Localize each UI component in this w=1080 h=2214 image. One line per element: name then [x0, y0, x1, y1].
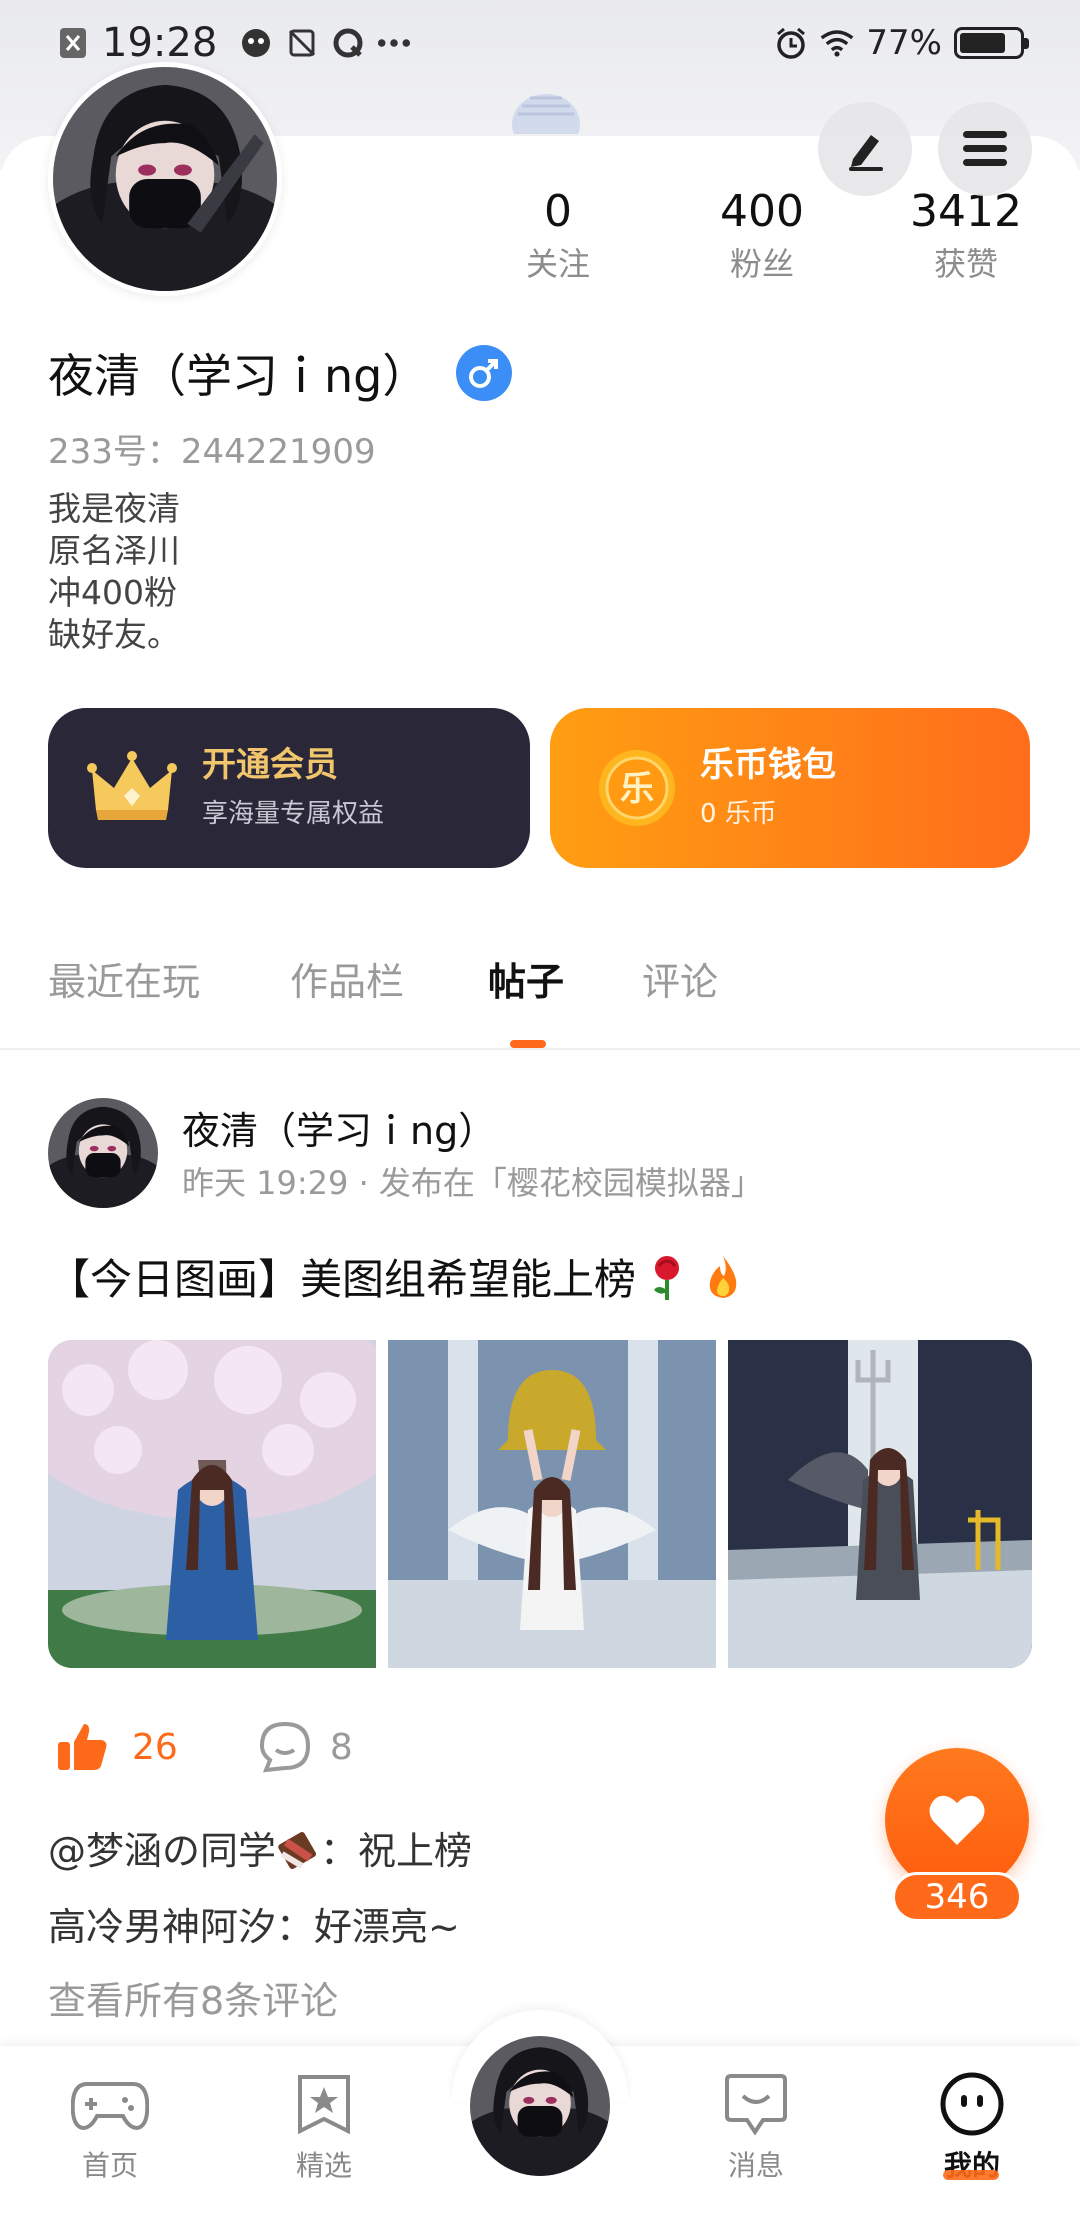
profile-tabs: 最近在玩 作品栏 帖子 评论 — [0, 950, 1080, 1050]
coin-glyph: 乐 — [620, 769, 654, 809]
comment-text: ：祝上榜 — [320, 1829, 473, 1873]
more-dots-icon — [377, 26, 411, 60]
center-avatar-image — [470, 2036, 610, 2176]
male-gender-icon — [456, 345, 513, 401]
menu-button[interactable] — [938, 102, 1032, 196]
fans-label: 粉丝 — [729, 245, 794, 283]
angel-bell-image — [388, 1340, 716, 1668]
star-badge-icon — [284, 2070, 364, 2138]
gamepad-icon — [70, 2070, 150, 2138]
profile-stats: 0 关注 400 粉丝 3412 获赞 — [480, 184, 1080, 294]
status-time: 19:28 — [102, 20, 218, 66]
post-image-1[interactable] — [48, 1340, 376, 1668]
comment-count: 8 — [329, 1726, 353, 1768]
post-title: 【今日图画】美图组希望能上榜 — [48, 1255, 637, 1304]
edit-profile-button[interactable] — [818, 102, 912, 196]
tab-comments[interactable]: 评论 — [642, 950, 718, 1014]
stat-likes[interactable]: 3412 获赞 — [866, 184, 1066, 288]
nickname: 夜清（学习ｉng） — [48, 349, 429, 403]
nav-home-label: 首页 — [81, 2149, 138, 2182]
wallet-title: 乐币钱包 — [700, 745, 836, 785]
decor-orb-icon — [512, 94, 580, 134]
like-count: 26 — [132, 1726, 178, 1768]
wifi-icon — [820, 26, 854, 60]
active-tab-indicator — [510, 1040, 546, 1048]
bio-line: 我是夜清 — [48, 489, 180, 528]
tab-recently-played[interactable]: 最近在玩 — [48, 950, 200, 1014]
comment-item[interactable]: 高冷男神阿汐：好漂亮~ — [48, 1896, 460, 1951]
post-meta: 昨天 19:29 · 发布在「樱花校园模拟器」 — [182, 1164, 763, 1202]
chocolate-icon — [278, 1831, 317, 1870]
vip-title: 开通会员 — [202, 745, 338, 785]
stat-fans[interactable]: 400 粉丝 — [662, 184, 862, 288]
nav-messages[interactable]: 消息 — [686, 2070, 826, 2184]
post-author-avatar[interactable] — [48, 1098, 158, 1208]
see-all-comments-link[interactable]: 查看所有8条评论 — [48, 1970, 338, 2025]
nav-me[interactable]: 我的 — [902, 2070, 1042, 2184]
no-sim-icon — [285, 26, 319, 60]
profile-avatar[interactable] — [48, 62, 282, 296]
wallet-balance: 0 乐币 — [700, 799, 777, 829]
bio-line: 原名泽川 — [48, 531, 180, 570]
thumbs-up-icon — [58, 1724, 107, 1770]
following-label: 关注 — [525, 245, 590, 283]
nickname-row: 夜清（学习ｉng） — [48, 340, 513, 406]
tab-works[interactable]: 作品栏 — [290, 950, 404, 1014]
vip-subtitle: 享海量专属权益 — [202, 799, 385, 829]
comment-text: ：好漂亮~ — [276, 1905, 460, 1949]
chat-smile-icon — [716, 2070, 796, 2138]
pen-icon — [849, 135, 883, 171]
post-title-row[interactable]: 【今日图画】美图组希望能上榜 — [48, 1246, 748, 1307]
cherry-blossom-image — [48, 1340, 376, 1668]
vip-membership-button[interactable]: 开通会员 享海量专属权益 — [48, 708, 530, 868]
comment-user[interactable]: 高冷男神阿汐 — [48, 1905, 276, 1949]
post-image-2[interactable] — [388, 1340, 716, 1668]
nav-active-indicator — [943, 2170, 999, 2180]
likes-received-label: 获赞 — [933, 245, 998, 283]
devil-wings-image — [728, 1340, 1032, 1668]
like-button[interactable]: 26 — [56, 1720, 178, 1774]
bio: 我是夜清 原名泽川 冲400粉 缺好友。 — [48, 488, 180, 656]
coin-icon: 乐 — [599, 750, 675, 826]
battery-percent: 77% — [866, 23, 942, 63]
post-avatar-image — [48, 1098, 158, 1208]
favorite-button[interactable] — [885, 1748, 1029, 1892]
bio-line: 冲400粉 — [48, 573, 177, 612]
favorite-count: 346 — [892, 1872, 1022, 1922]
comment-item[interactable]: @梦涵の同学 ：祝上榜 — [48, 1820, 472, 1875]
battery-icon — [954, 27, 1029, 59]
alarm-icon — [774, 26, 808, 60]
nav-featured[interactable]: 精选 — [254, 2070, 394, 2184]
bio-line: 缺好友。 — [48, 615, 180, 654]
heart-icon — [929, 1795, 985, 1845]
face-icon — [932, 2070, 1012, 2138]
crown-icon — [87, 751, 177, 820]
nav-featured-label: 精选 — [295, 2149, 352, 2182]
hamburger-icon — [963, 131, 1007, 166]
nav-home[interactable]: 首页 — [40, 2070, 180, 2184]
fans-count: 400 — [720, 186, 804, 237]
app-face-icon — [239, 26, 273, 60]
nav-center-avatar[interactable] — [464, 2030, 616, 2182]
comment-bubble-icon — [259, 1721, 310, 1773]
comment-user[interactable]: @梦涵の同学 — [48, 1829, 276, 1873]
coin-wallet-button[interactable]: 乐 乐币钱包 0 乐币 — [550, 708, 1030, 868]
post-actions: 26 8 — [56, 1720, 353, 1774]
comment-button[interactable]: 8 — [258, 1720, 353, 1774]
notification-close-icon — [56, 26, 90, 60]
following-count: 0 — [544, 186, 572, 237]
stat-following[interactable]: 0 关注 — [458, 184, 658, 288]
rose-icon — [642, 1252, 692, 1302]
avatar-image — [53, 67, 277, 291]
post-author-name[interactable]: 夜清（学习ｉng） — [182, 1100, 496, 1155]
nav-messages-label: 消息 — [727, 2149, 784, 2182]
qq-browser-icon — [331, 26, 365, 60]
post-image-3[interactable] — [728, 1340, 1032, 1668]
fire-icon — [698, 1252, 748, 1302]
user-id: 233号：244221909 — [48, 432, 376, 472]
tab-posts[interactable]: 帖子 — [488, 950, 564, 1014]
